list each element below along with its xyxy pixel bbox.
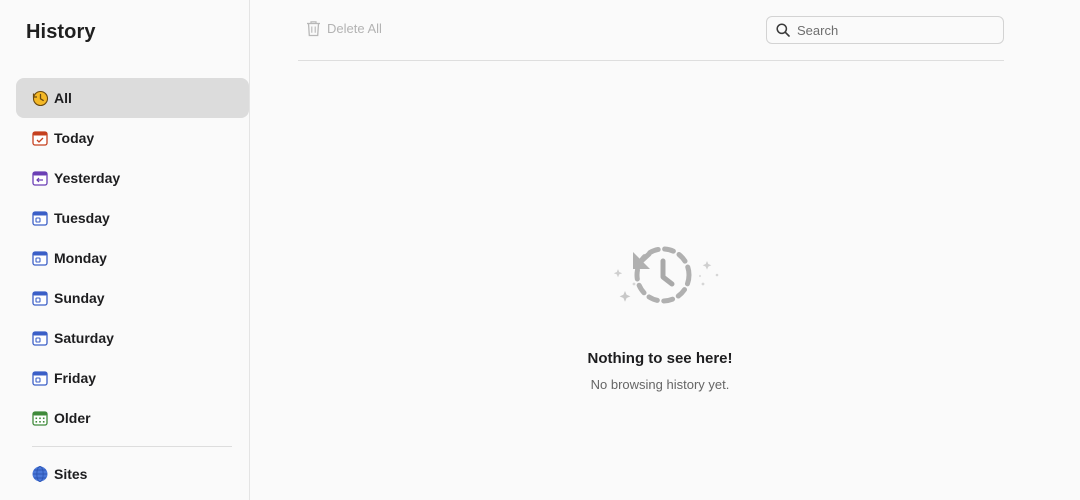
empty-history-icon	[613, 246, 719, 304]
sidebar-item-label: Friday	[54, 370, 97, 386]
sidebar-item-label: All	[54, 90, 72, 106]
sidebar-item-friday[interactable]: Friday	[16, 358, 249, 398]
empty-state: Nothing to see here! No browsing history…	[550, 246, 770, 392]
sidebar-item-saturday[interactable]: Saturday	[16, 318, 249, 358]
calendar-icon	[31, 209, 49, 227]
delete-all-label: Delete All	[327, 21, 382, 36]
search-box[interactable]	[766, 16, 1004, 44]
search-input[interactable]	[797, 22, 987, 38]
trash-icon	[306, 20, 321, 37]
toolbar: Delete All	[298, 0, 1004, 61]
calendar-icon	[31, 329, 49, 347]
sidebar-item-all[interactable]: All	[16, 78, 249, 118]
globe-icon	[31, 465, 49, 483]
sidebar-item-monday[interactable]: Monday	[16, 238, 249, 278]
calendar-icon	[31, 249, 49, 267]
calendar-check-icon	[31, 129, 49, 147]
calendar-icon	[31, 289, 49, 307]
sidebar-nav: All Today Yesterday Tuesday Monday Sunda…	[16, 78, 249, 438]
delete-all-button[interactable]: Delete All	[306, 20, 382, 37]
sidebar-item-label: Yesterday	[54, 170, 121, 186]
sidebar-item-label: Tuesday	[54, 210, 110, 226]
sidebar-item-label: Sunday	[54, 290, 105, 306]
empty-state-subtitle: No browsing history yet.	[590, 377, 730, 392]
sidebar-item-sunday[interactable]: Sunday	[16, 278, 249, 318]
sidebar-item-sites[interactable]: Sites	[16, 454, 249, 494]
sidebar-title: History	[26, 21, 96, 43]
main-content: Delete All Search Nothing to see here! N…	[250, 0, 1080, 500]
sidebar-item-label: Today	[54, 130, 95, 146]
sidebar-item-label: Saturday	[54, 330, 114, 346]
sidebar-item-label: Sites	[54, 466, 88, 482]
sidebar-item-yesterday[interactable]: Yesterday	[16, 158, 249, 198]
sidebar-item-label: Older	[54, 410, 91, 426]
sidebar-item-today[interactable]: Today	[16, 118, 249, 158]
sidebar-divider	[32, 446, 232, 447]
sidebar: History All Today Yesterday Tuesday Mond…	[0, 0, 250, 500]
history-clock-icon	[31, 89, 49, 107]
calendar-grid-icon	[31, 409, 49, 427]
search-icon	[776, 23, 790, 37]
sidebar-item-label: Monday	[54, 250, 107, 266]
calendar-icon	[31, 369, 49, 387]
sidebar-item-older[interactable]: Older	[16, 398, 249, 438]
empty-state-title: Nothing to see here!	[587, 350, 733, 367]
sidebar-item-tuesday[interactable]: Tuesday	[16, 198, 249, 238]
calendar-back-icon	[31, 169, 49, 187]
